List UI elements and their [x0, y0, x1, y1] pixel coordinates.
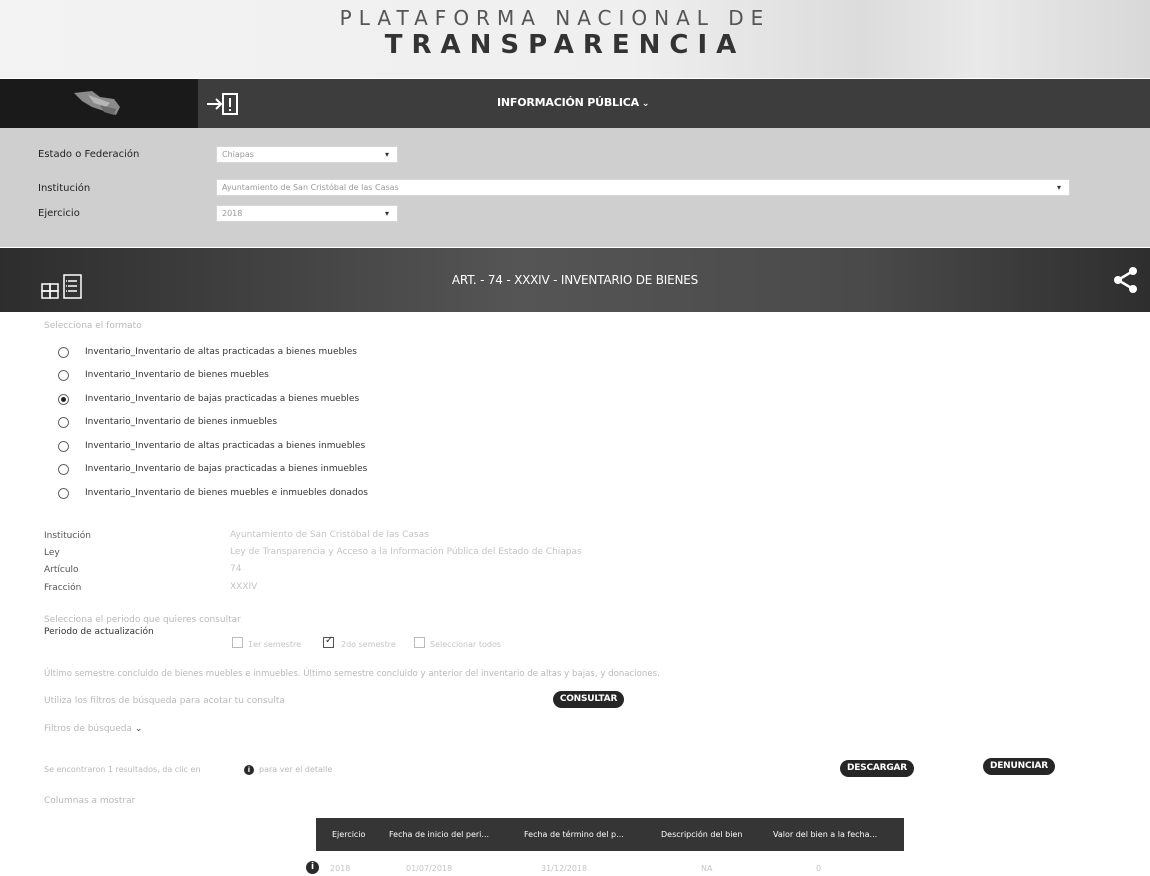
checkbox-label: 2do semestre — [341, 640, 396, 649]
format-option-label: Inventario_Inventario de bienes muebles — [85, 370, 269, 380]
article-title: ART. - 74 - XXXIV - INVENTARIO DE BIENES — [451, 273, 699, 287]
row-detail-info-icon[interactable]: i — [306, 861, 319, 874]
format-prompt: Selecciona el formato — [44, 321, 142, 331]
info-institucion-label: Institución — [44, 531, 91, 541]
search-filters-toggle[interactable]: Filtros de búsqueda ⌄ — [44, 724, 142, 734]
main-nav: INFORMACIÓN PÚBLICA ⌄ — [0, 79, 1150, 128]
info-ley-value: Ley de Transparencia y Acceso a la Infor… — [230, 547, 582, 557]
filter-panel: Estado o Federación Chiapas ▾ Institució… — [0, 128, 1150, 247]
column-header-fecha-inicio[interactable]: Fecha de inicio del peri... — [389, 830, 489, 839]
checkbox-label: 1er semestre — [248, 640, 301, 649]
table-cell: 01/07/2018 — [406, 864, 453, 873]
format-option-label: Inventario_Inventario de altas practicad… — [85, 347, 357, 357]
estado-select[interactable]: Chiapas ▾ — [216, 146, 398, 163]
info-fraccion-value: XXXIV — [230, 582, 258, 592]
radio-button[interactable] — [58, 417, 69, 428]
chevron-down-icon: ⌄ — [134, 724, 143, 734]
info-ley-label: Ley — [44, 548, 60, 558]
table-cell: 31/12/2018 — [541, 864, 588, 873]
table-cell: NA — [701, 864, 713, 873]
government-logo[interactable] — [0, 79, 198, 128]
checkbox-1er-semestre[interactable] — [232, 637, 243, 648]
format-option-label: Inventario_Inventario de bajas practicad… — [85, 464, 368, 474]
chevron-down-icon: ⌄ — [641, 99, 650, 109]
period-label: Periodo de actualización — [44, 627, 154, 637]
informacion-publica-menu[interactable]: INFORMACIÓN PÚBLICA ⌄ — [497, 96, 649, 109]
column-header-valor[interactable]: Valor del bien a la fecha... — [773, 830, 877, 839]
ejercicio-select-value: 2018 — [222, 209, 243, 218]
ejercicio-label: Ejercicio — [38, 208, 80, 219]
info-icon: i — [244, 765, 254, 775]
radio-button[interactable] — [58, 370, 69, 381]
estado-label: Estado o Federación — [38, 149, 140, 160]
results-text: Se encontraron 1 resultados, da clic en — [44, 765, 201, 774]
info-institucion-value: Ayuntamiento de San Cristóbal de las Cas… — [230, 530, 429, 540]
radio-button[interactable] — [58, 464, 69, 475]
header-title-line2: TRANSPARENCIA — [384, 30, 746, 60]
checkbox-label: Seleccionar todos — [430, 640, 502, 649]
radio-button-selected[interactable] — [58, 394, 69, 405]
header-title-line1: PLATAFORMA NACIONAL DE — [339, 6, 771, 30]
login-icon[interactable] — [205, 91, 241, 117]
table-cell: 0 — [816, 864, 822, 873]
radio-button[interactable] — [58, 441, 69, 452]
format-option-label: Inventario_Inventario de altas practicad… — [85, 441, 366, 451]
denunciar-button[interactable]: DENUNCIAR — [983, 758, 1055, 775]
institucion-select[interactable]: Ayuntamiento de San Cristóbal de las Cas… — [216, 179, 1070, 196]
informacion-publica-label: INFORMACIÓN PÚBLICA — [497, 96, 639, 109]
format-option-label: Inventario_Inventario de bajas practicad… — [85, 394, 360, 404]
site-header: PLATAFORMA NACIONAL DE TRANSPARENCIA — [0, 0, 1150, 78]
column-header-ejercicio[interactable]: Ejercicio — [332, 830, 365, 839]
results-table-header: Ejercicio Fecha de inicio del peri... Fe… — [316, 818, 904, 851]
info-articulo-value: 74 — [230, 564, 242, 574]
radio-button[interactable] — [58, 347, 69, 358]
eagle-logo-icon — [74, 91, 120, 115]
format-option-label: Inventario_Inventario de bienes muebles … — [85, 488, 368, 498]
estado-select-value: Chiapas — [222, 150, 254, 159]
filter-hint: Utiliza los filtros de búsqueda para aco… — [44, 696, 285, 706]
checkbox-select-all[interactable] — [414, 637, 425, 648]
radio-button[interactable] — [58, 488, 69, 499]
checkbox-2do-semestre[interactable] — [323, 635, 334, 648]
caret-down-icon: ▾ — [384, 150, 389, 159]
info-fraccion-label: Fracción — [44, 583, 82, 593]
column-header-descripcion[interactable]: Descripción del bien — [661, 830, 742, 839]
search-filters-label: Filtros de búsqueda — [44, 724, 133, 734]
descargar-button[interactable]: DESCARGAR — [840, 760, 914, 777]
results-suffix: para ver el detalle — [259, 765, 333, 774]
info-articulo-label: Artículo — [44, 565, 79, 575]
table-cell: 2018 — [330, 864, 351, 873]
caret-down-icon: ▾ — [1056, 183, 1061, 192]
ejercicio-select[interactable]: 2018 ▾ — [216, 205, 398, 222]
column-header-fecha-termino[interactable]: Fecha de término del p... — [524, 830, 624, 839]
format-option-label: Inventario_Inventario de bienes inmueble… — [85, 417, 278, 427]
share-icon[interactable] — [1113, 266, 1139, 297]
caret-down-icon: ▾ — [384, 209, 389, 218]
columns-to-show-link[interactable]: Columnas a mostrar — [44, 796, 135, 806]
institucion-label: Institución — [38, 183, 91, 194]
period-description: Último semestre concluido de bienes mueb… — [44, 669, 660, 679]
consultar-button[interactable]: CONSULTAR — [553, 691, 624, 708]
period-prompt: Selecciona el periodo que quieres consul… — [44, 615, 241, 625]
institucion-select-value: Ayuntamiento de San Cristóbal de las Cas… — [222, 183, 399, 192]
article-header: ART. - 74 - XXXIV - INVENTARIO DE BIENES — [0, 248, 1150, 312]
